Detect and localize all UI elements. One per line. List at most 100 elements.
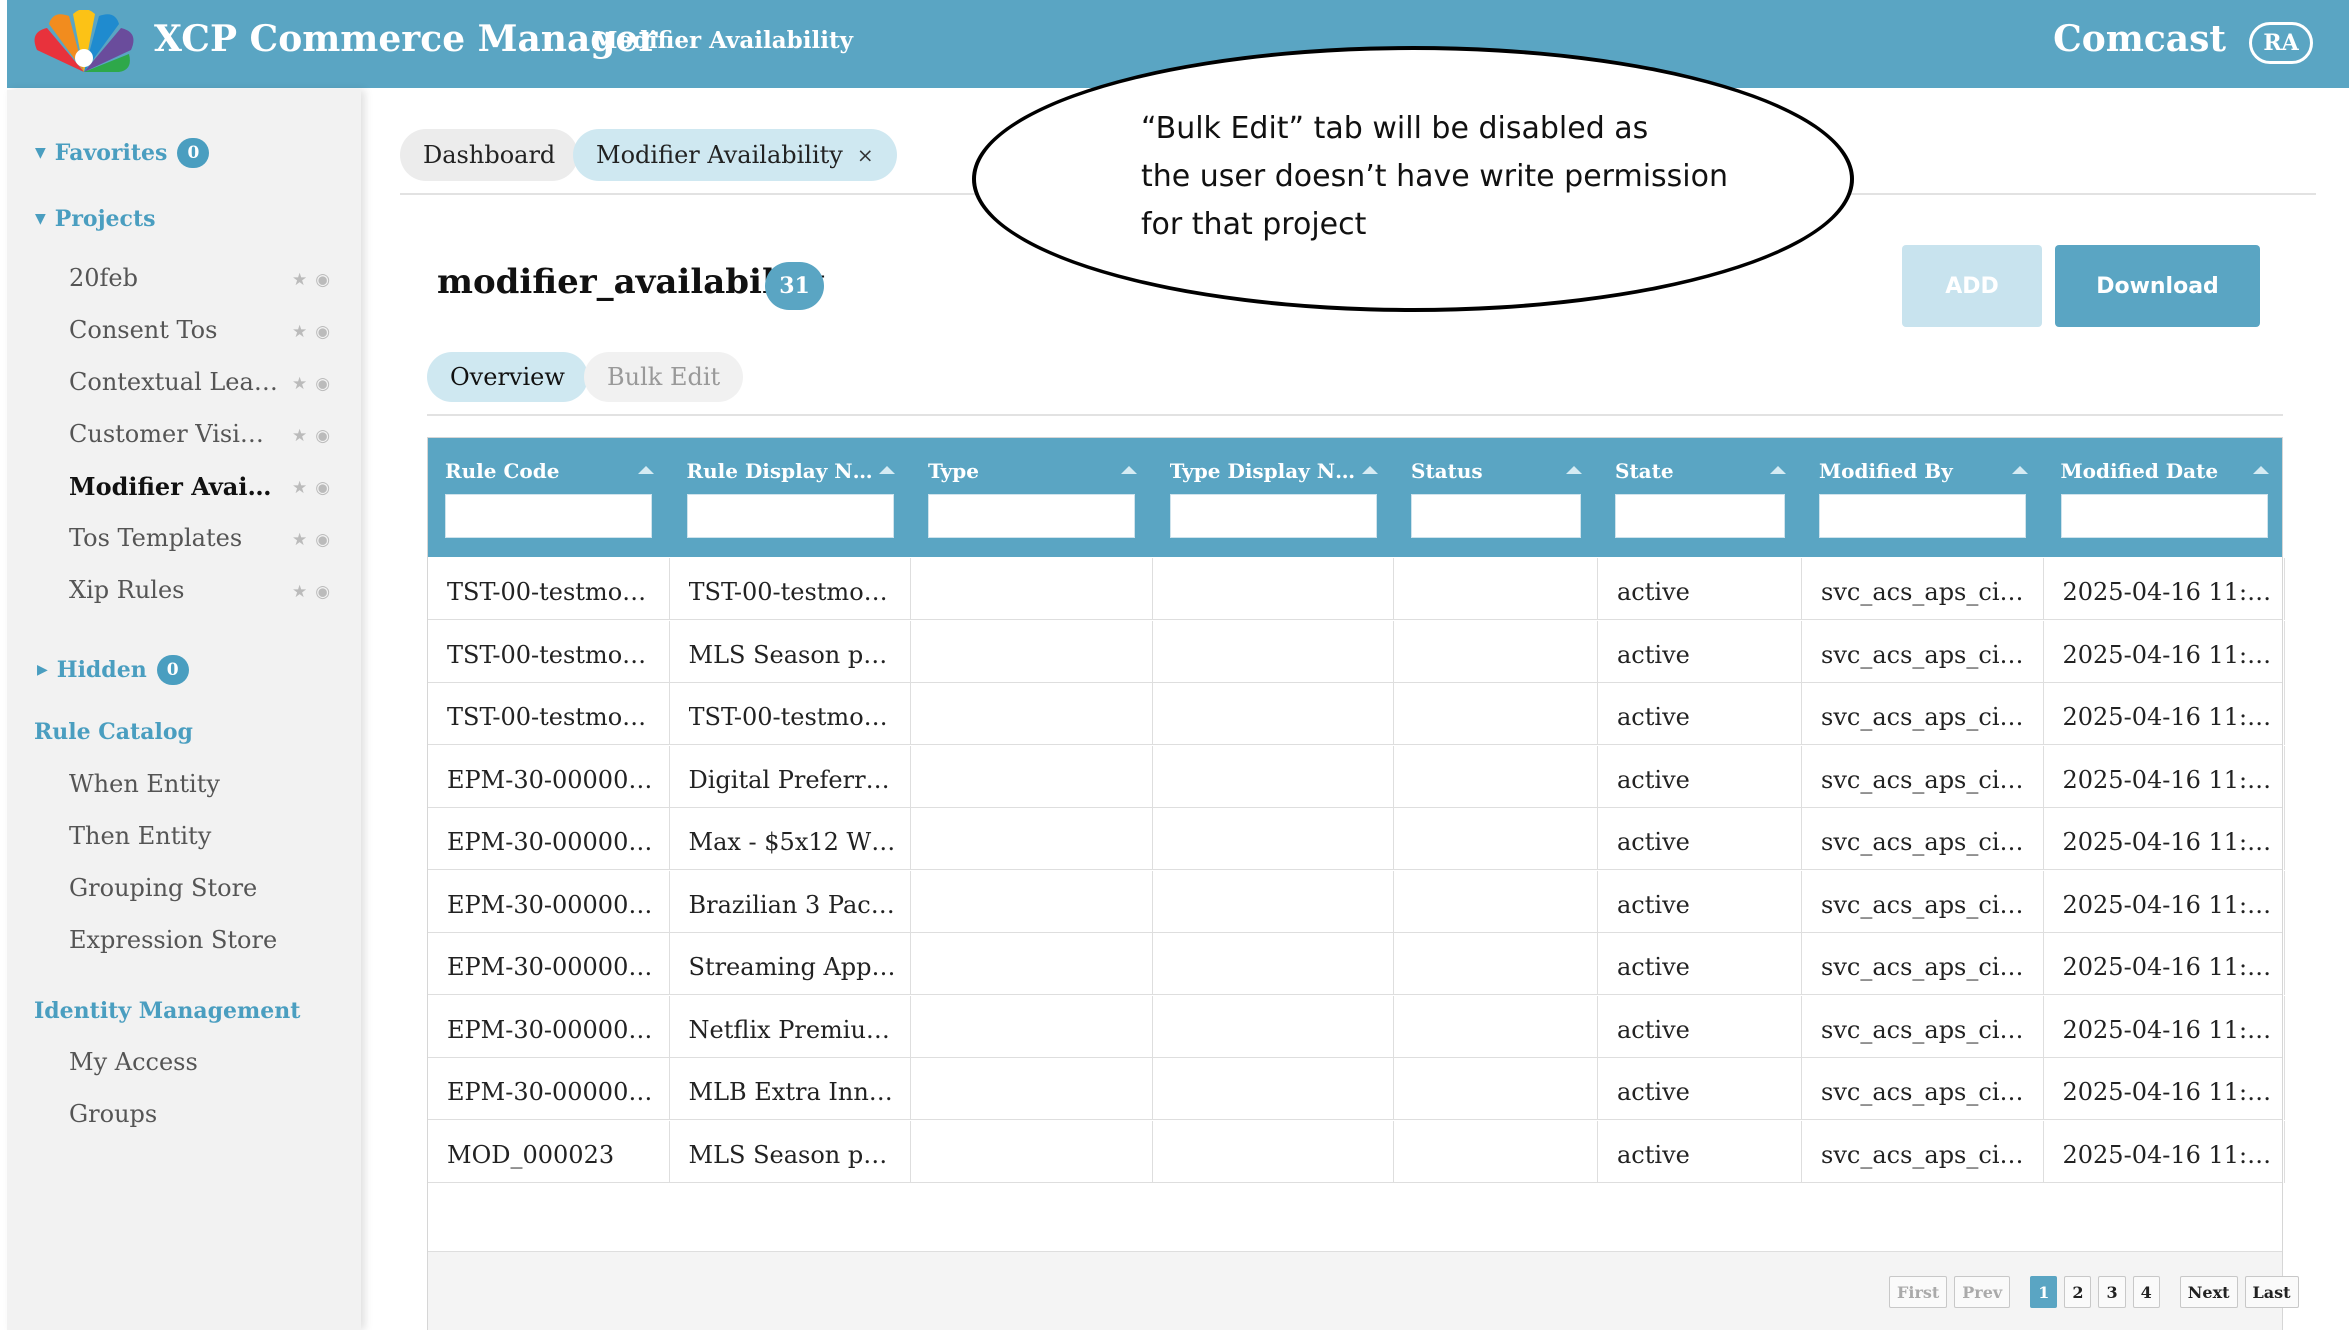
table-row[interactable]: EPM-30-00000… Streaming App … active svc_ac… (428, 933, 2285, 995)
sidebar-item-expression-store[interactable]: Expression Store (69, 926, 279, 954)
page-number-button[interactable]: 1 (2030, 1276, 2058, 1308)
table-cell: svc_acs_aps_ci… (1802, 1058, 2044, 1120)
column-header-label: Rule Code (445, 459, 560, 483)
add-button[interactable]: ADD (1902, 245, 2042, 327)
column-header[interactable]: Rule Display Na… (670, 438, 912, 557)
table-row[interactable]: MOD_000023 MLS Season pa… active svc_acs_ap… (428, 1120, 2285, 1183)
table-cell-text: Streaming App … (688, 953, 904, 981)
sidebar-item-tos-templates[interactable]: Tos Templates (69, 524, 279, 552)
column-filter-input[interactable] (1411, 494, 1581, 538)
star-icon[interactable]: ★ (292, 322, 307, 342)
table-cell: MLS Season pa… (670, 620, 911, 683)
table-row[interactable]: TST-00-testmod… TST-00-testmod… active svc_… (428, 558, 2285, 620)
column-filter-input[interactable] (2060, 494, 2268, 538)
table-cell: MOD_000023 (428, 1120, 670, 1183)
hidden-label: Hidden (56, 657, 147, 683)
eye-icon[interactable]: ◉ (315, 374, 330, 394)
star-icon[interactable]: ★ (292, 582, 307, 602)
table-cell (1394, 620, 1598, 683)
app-title[interactable]: XCP Commerce Manager (154, 18, 657, 60)
table-cell (1394, 995, 1598, 1058)
table-cell: EPM-30-00000… (428, 745, 670, 808)
sidebar-section-hidden[interactable]: ▶ Hidden 0 (37, 655, 189, 685)
tab-modifier-availability[interactable]: Modifier Availability × (573, 129, 897, 181)
callout-line: the user doesn’t have write permission (1141, 159, 1729, 194)
sort-arrow-icon[interactable] (1362, 466, 1378, 474)
sidebar-section-identity-management[interactable]: Identity Management (34, 998, 300, 1024)
sidebar-section-favorites[interactable]: ▼ Favorites 0 (35, 138, 210, 168)
sort-arrow-icon[interactable] (1770, 466, 1786, 474)
table-cell-text: 2025-04-16 11:… (2062, 578, 2272, 606)
column-filter-input[interactable] (445, 494, 652, 538)
last-page-button[interactable]: Last (2244, 1276, 2299, 1308)
sidebar-item-groups[interactable]: Groups (69, 1100, 279, 1128)
table-row[interactable]: EPM-30-00000… Digital Preferre… active svc_… (428, 745, 2285, 808)
column-filter-input[interactable] (686, 494, 894, 538)
column-header[interactable]: Modified By (1802, 438, 2044, 557)
column-filter-input[interactable] (1819, 494, 2026, 538)
sort-arrow-icon[interactable] (637, 466, 654, 474)
tab-overview[interactable]: Overview (427, 352, 588, 402)
column-filter-input[interactable] (1169, 494, 1377, 538)
sort-arrow-icon[interactable] (879, 466, 895, 474)
sort-arrow-icon[interactable] (2253, 466, 2269, 474)
table-cell-text: 2025-04-16 11:… (2062, 1015, 2272, 1044)
page-number-button[interactable]: 2 (2064, 1276, 2092, 1308)
column-header[interactable]: Type Display N… (1153, 438, 1395, 557)
star-icon[interactable]: ★ (292, 374, 307, 394)
table-row[interactable]: EPM-30-00000… Netflix Premiu… active svc_ac… (428, 995, 2285, 1058)
star-icon[interactable]: ★ (292, 426, 307, 446)
sidebar-item-my-access[interactable]: My Access (69, 1048, 279, 1076)
sidebar-item-customer-visibility[interactable]: Customer Visibility (69, 420, 279, 448)
table-row[interactable]: EPM-30-00000… MLB Extra Inni… active svc_ac… (428, 1058, 2285, 1120)
star-icon[interactable]: ★ (292, 270, 307, 290)
user-avatar[interactable]: RA (2249, 22, 2313, 64)
table-cell (911, 745, 1153, 808)
eye-icon[interactable]: ◉ (315, 426, 330, 446)
eye-icon[interactable]: ◉ (315, 530, 330, 550)
sidebar-item-then-entity[interactable]: Then Entity (69, 822, 279, 850)
table-cell-text: MLB Extra Inni… (688, 1078, 901, 1106)
sidebar-item-xip-rules[interactable]: Xip Rules (69, 576, 279, 604)
sort-arrow-icon[interactable] (1566, 466, 1582, 474)
tab-dashboard[interactable]: Dashboard (400, 129, 579, 181)
download-button[interactable]: Download (2055, 245, 2260, 327)
page-number-button[interactable]: 3 (2098, 1276, 2126, 1308)
column-header[interactable]: Type (911, 438, 1153, 557)
table-row[interactable]: EPM-30-00000… Max - $5x12 W… active svc_acs… (428, 808, 2285, 870)
eye-icon[interactable]: ◉ (315, 582, 330, 602)
sort-arrow-icon[interactable] (1120, 466, 1137, 474)
sidebar-item-consent-tos[interactable]: Consent Tos (69, 316, 279, 344)
sort-arrow-icon[interactable] (2011, 466, 2028, 474)
table-row[interactable]: EPM-30-00000… Brazilian 3 Pac… active svc_a… (428, 870, 2285, 933)
table-row[interactable]: TST-00-testmod… MLS Season pa… active svc_a… (428, 620, 2285, 683)
next-page-button[interactable]: Next (2179, 1276, 2238, 1308)
column-header[interactable]: Modified Date (2044, 438, 2286, 557)
table-row[interactable]: TST-00-testmod… TST-00-testmod… active svc_… (428, 683, 2285, 745)
sidebar-item-contextual-learning[interactable]: Contextual Lear… (69, 368, 279, 396)
sidebar-item-when-entity[interactable]: When Entity (69, 770, 279, 798)
star-icon[interactable]: ★ (292, 530, 307, 550)
sidebar-item-modifier-availability[interactable]: Modifier Availa… (69, 472, 279, 501)
star-icon[interactable]: ★ (292, 478, 307, 498)
close-tab-icon[interactable]: × (857, 143, 874, 167)
sidebar-item-grouping-store[interactable]: Grouping Store (69, 874, 279, 902)
column-header[interactable]: Status (1394, 438, 1598, 557)
column-filter-input[interactable] (928, 494, 1135, 538)
column-header[interactable]: State (1598, 438, 1802, 557)
table-cell: TST-00-testmod… (428, 620, 670, 683)
eye-icon[interactable]: ◉ (315, 478, 330, 498)
sidebar-section-projects[interactable]: ▼ Projects (35, 206, 156, 232)
page-number-button[interactable]: 4 (2132, 1276, 2160, 1308)
eye-icon[interactable]: ◉ (315, 322, 330, 342)
table-cell-text: active (1617, 578, 1690, 606)
column-filter-input[interactable] (1615, 494, 1785, 538)
sidebar-section-rule-catalog[interactable]: Rule Catalog (34, 719, 193, 745)
table-cell: 2025-04-16 11:… (2044, 870, 2285, 933)
column-header[interactable]: Rule Code (428, 438, 670, 557)
table-cell (911, 933, 1153, 995)
record-count-badge: 31 (765, 262, 824, 310)
sidebar-item-20feb[interactable]: 20feb (69, 264, 279, 292)
table-cell (911, 558, 1153, 620)
eye-icon[interactable]: ◉ (315, 270, 330, 290)
